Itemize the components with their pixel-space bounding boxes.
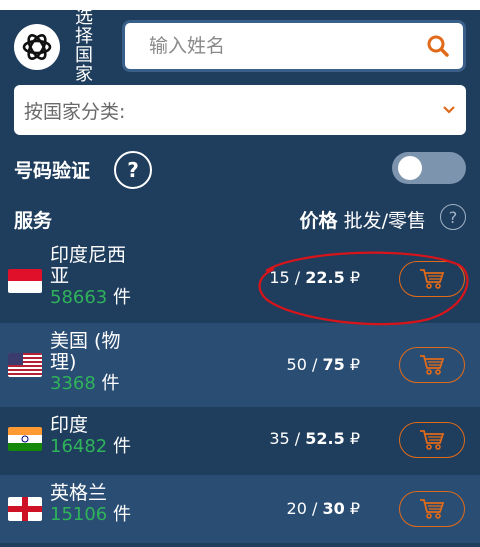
number-verify-row: 号码验证 ? (14, 150, 466, 190)
count-unit: 件 (113, 287, 131, 308)
england-flag-icon (8, 497, 42, 521)
count-value: 16482 (50, 436, 108, 457)
top-bar: 选择国家 (0, 10, 480, 84)
wholesale-price: 20 (286, 499, 307, 518)
country-name: 印度尼西亚 58663 件 (50, 244, 140, 309)
service-header: 服务 (14, 210, 53, 232)
price-header-label: 价格 (299, 210, 338, 232)
currency: ₽ (349, 355, 360, 374)
country-name: 英格兰 15106 件 (50, 482, 140, 526)
wholesale-price: 50 (286, 355, 307, 374)
country-label: 印度尼西亚 (50, 244, 127, 287)
list-item[interactable]: 印度尼西亚 58663 件 15 / 22.5 ₽ (0, 237, 480, 323)
price-text: 35 / 52.5 ₽ (269, 429, 360, 448)
country-name: 印度 16482 件 (50, 414, 140, 458)
price-text: 15 / 22.5 ₽ (269, 268, 360, 287)
cart-icon (420, 269, 445, 289)
add-to-cart-button[interactable] (399, 261, 465, 297)
country-list: 印度尼西亚 58663 件 15 / 22.5 ₽ 美国 (物理) 3368 件 (0, 237, 480, 543)
cart-icon (420, 499, 445, 519)
number-verify-label: 号码验证 (14, 160, 91, 182)
usa-flag-icon (8, 353, 42, 377)
add-to-cart-button[interactable] (399, 422, 465, 458)
list-item[interactable]: 英格兰 15106 件 20 / 30 ₽ (0, 475, 480, 543)
chevron-down-icon (443, 106, 455, 114)
count-value: 15106 (50, 504, 108, 525)
list-item[interactable]: 印度 16482 件 35 / 52.5 ₽ (0, 407, 480, 475)
cart-icon (420, 355, 445, 375)
cart-icon (420, 430, 445, 450)
price-header: 价格 批发/零售 (300, 206, 426, 233)
currency: ₽ (349, 499, 360, 518)
search-icon[interactable] (425, 33, 451, 59)
country-label: 美国 (物理) (50, 330, 121, 373)
count-value: 3368 (50, 373, 96, 394)
count-unit: 件 (113, 504, 131, 525)
select-country-label[interactable]: 选择国家 (72, 10, 96, 84)
india-flag-icon (8, 427, 42, 451)
search-box[interactable] (122, 20, 466, 72)
price-help-icon[interactable]: ? (440, 204, 466, 230)
wholesale-price: 15 (269, 268, 290, 287)
currency: ₽ (349, 268, 360, 287)
verify-help-button[interactable]: ? (114, 151, 152, 189)
retail-price: 30 (322, 499, 345, 518)
logo-icon[interactable] (14, 24, 60, 70)
table-header: 服务 价格 批发/零售 ? (14, 204, 466, 236)
price-text: 50 / 75 ₽ (286, 355, 360, 374)
country-name: 美国 (物理) 3368 件 (50, 330, 140, 395)
category-dropdown-label: 按国家分类: (24, 100, 126, 123)
retail-price: 52.5 (305, 429, 345, 448)
stock-count: 15106 件 (50, 504, 140, 525)
count-value: 58663 (50, 287, 108, 308)
add-to-cart-button[interactable] (399, 491, 465, 527)
toggle-knob (398, 156, 422, 180)
list-item[interactable]: 美国 (物理) 3368 件 50 / 75 ₽ (0, 323, 480, 407)
currency: ₽ (349, 429, 360, 448)
country-label: 英格兰 (50, 482, 108, 504)
stock-count: 58663 件 (50, 287, 140, 308)
app-panel: 选择国家 按国家分类: 号码验证 ? 服务 价格 批发/零售 ? (0, 10, 480, 547)
price-text: 20 / 30 ₽ (286, 499, 360, 518)
indonesia-flag-icon (8, 269, 42, 293)
stock-count: 16482 件 (50, 436, 140, 457)
count-unit: 件 (101, 373, 120, 394)
count-unit: 件 (113, 436, 131, 457)
stock-count: 3368 件 (50, 373, 140, 394)
add-to-cart-button[interactable] (399, 347, 465, 383)
category-dropdown[interactable]: 按国家分类: (14, 85, 466, 135)
verify-toggle[interactable] (392, 152, 466, 184)
retail-price: 22.5 (305, 268, 345, 287)
country-label: 印度 (50, 414, 89, 436)
search-input[interactable] (149, 35, 425, 57)
retail-price: 75 (322, 355, 345, 374)
wholesale-price: 35 (269, 429, 290, 448)
price-mode-label: 批发/零售 (343, 210, 426, 232)
